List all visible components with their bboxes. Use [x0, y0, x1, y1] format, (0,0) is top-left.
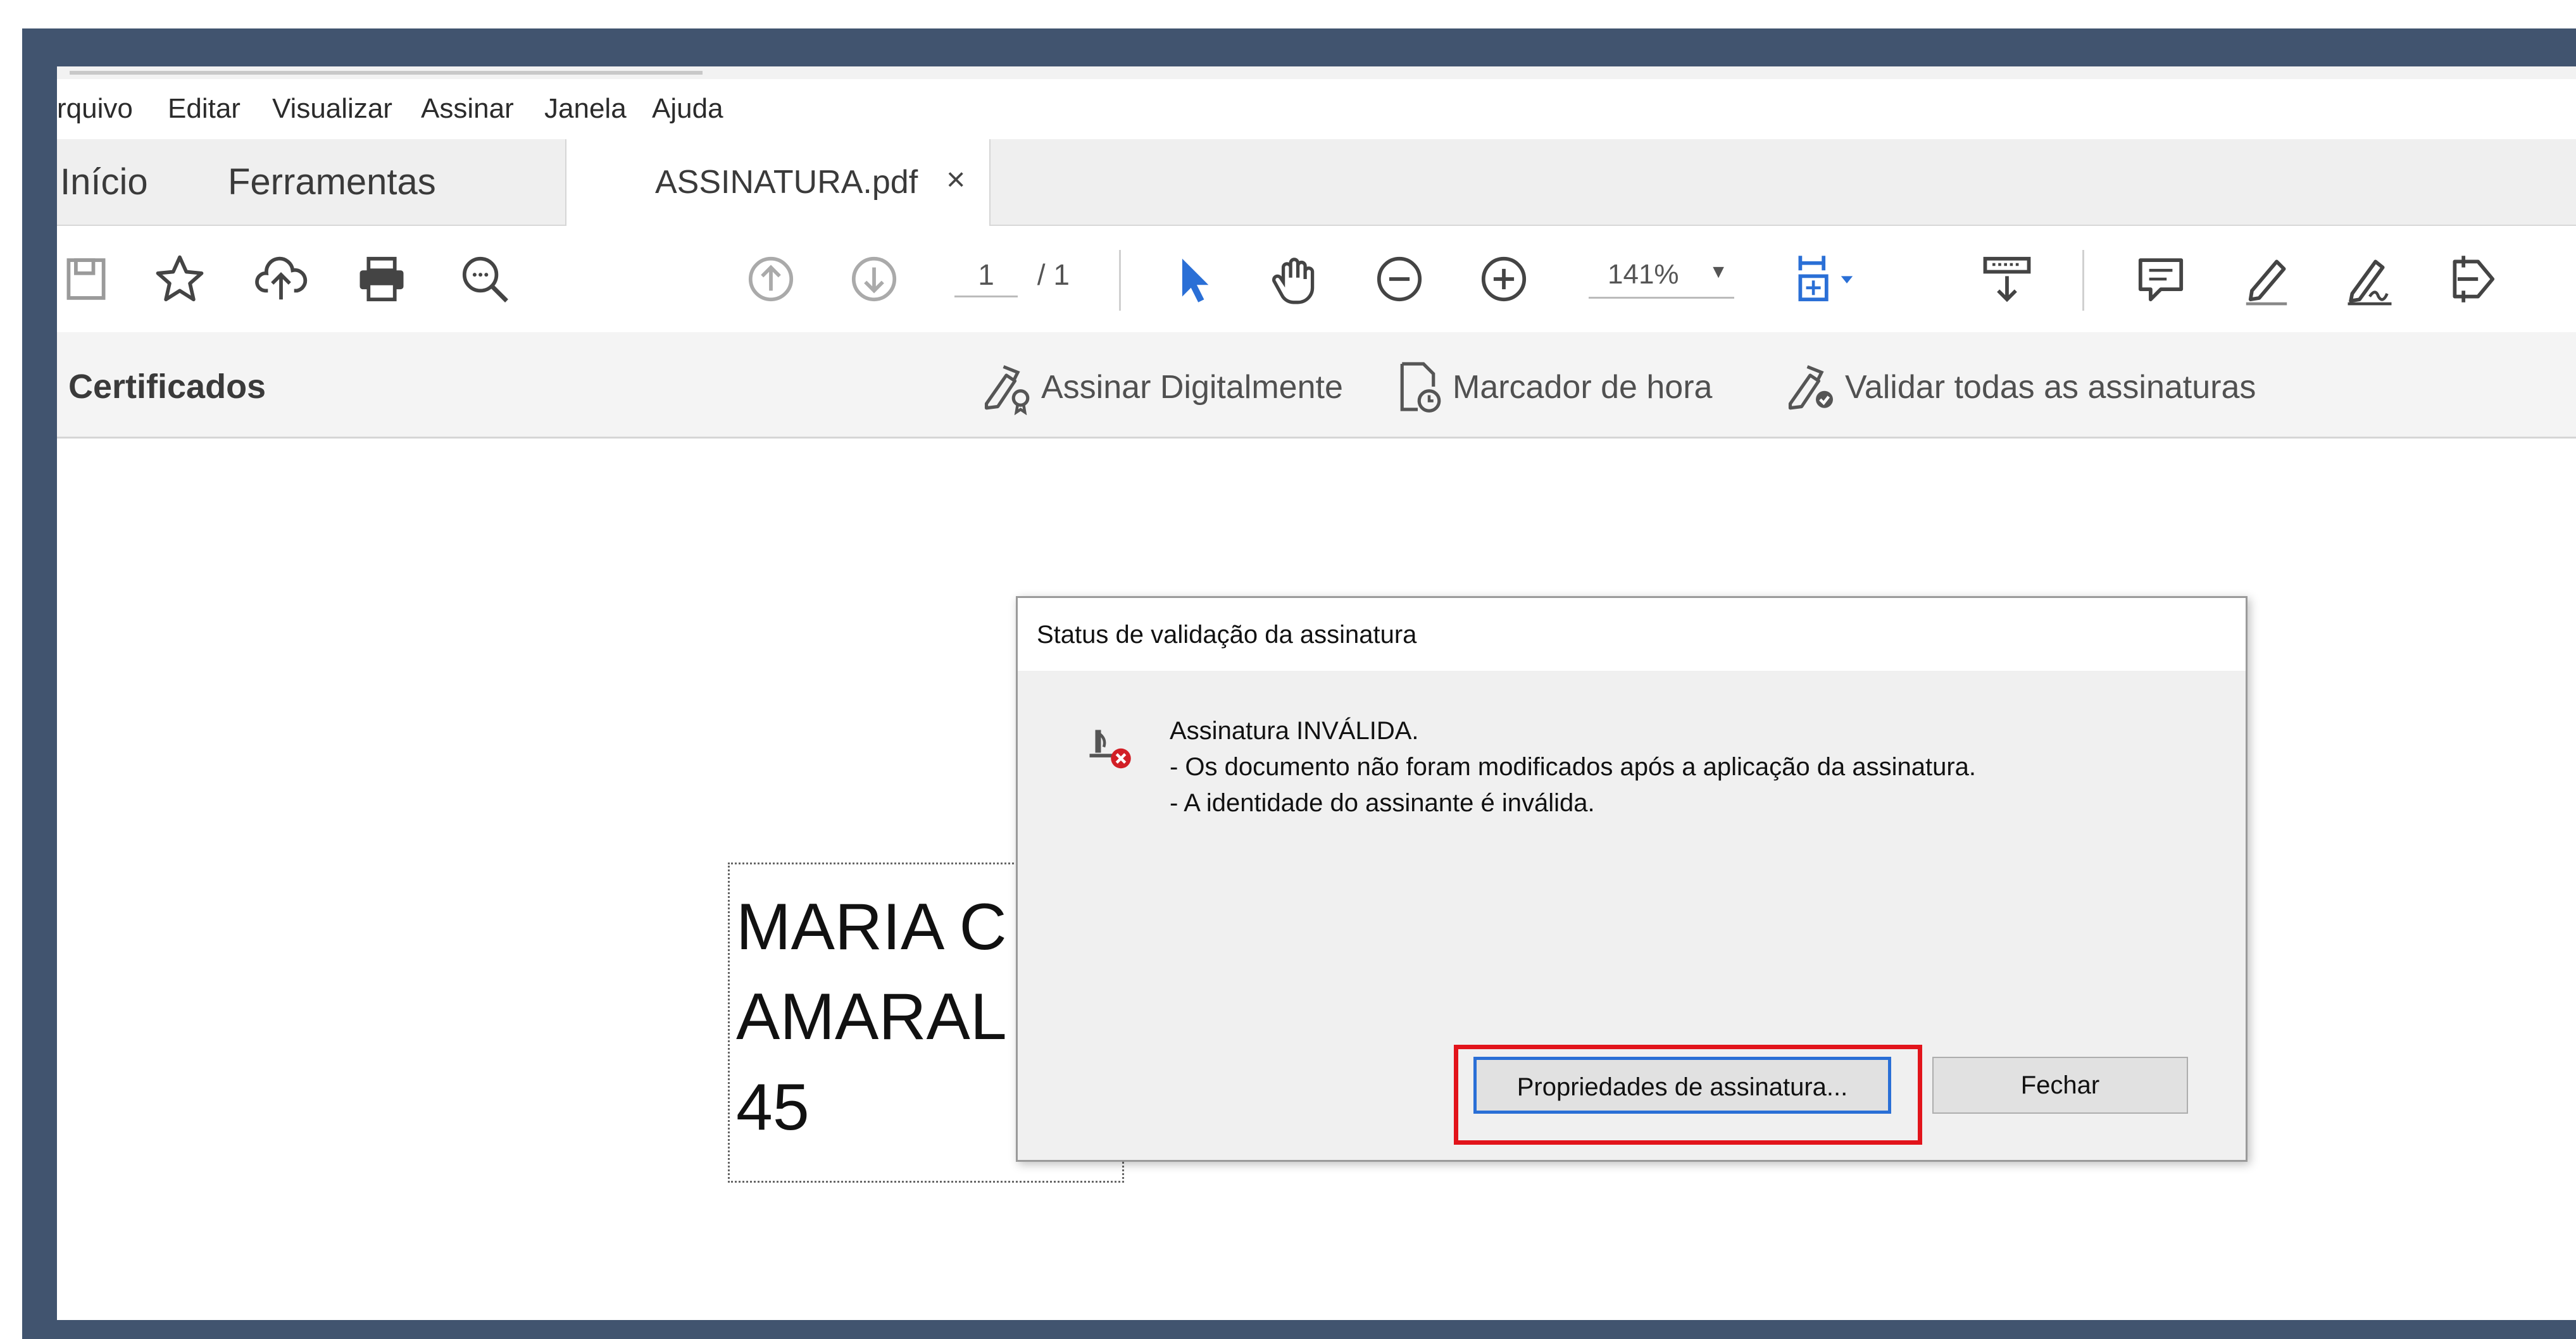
scroll-mode-icon[interactable] — [1978, 250, 2036, 308]
validate-all-button[interactable]: Validar todas as assinaturas — [1782, 361, 2326, 411]
zoom-select[interactable]: 141% ▼ — [1589, 259, 1734, 299]
zoom-out-icon[interactable] — [1370, 250, 1429, 308]
tab-home[interactable]: Início — [57, 139, 215, 225]
title-bar — [57, 66, 2576, 79]
red-highlight-box — [1454, 1045, 1922, 1145]
zoom-value: 141% — [1608, 259, 1679, 290]
page-down-icon[interactable] — [845, 250, 903, 308]
tab-document[interactable]: ASSINATURA.pdf × — [565, 139, 991, 226]
menu-editar[interactable]: Editar — [168, 93, 241, 125]
toolbar-divider — [2082, 250, 2084, 311]
hand-icon[interactable] — [1266, 250, 1324, 308]
highlight-pen-icon[interactable] — [2237, 250, 2296, 308]
tab-document-label: ASSINATURA.pdf — [655, 164, 918, 201]
validate-all-label: Validar todas as assinaturas — [1845, 369, 2256, 406]
menu-janela[interactable]: Janela — [544, 93, 627, 125]
signature-line: 45 — [736, 1071, 810, 1144]
fit-page-icon[interactable] — [1791, 250, 1873, 308]
status-line: Assinatura INVÁLIDA. — [1170, 717, 1419, 745]
search-icon[interactable] — [456, 250, 514, 308]
tab-bar: Início Ferramentas ASSINATURA.pdf × — [57, 139, 2576, 226]
select-arrow-icon[interactable] — [1163, 250, 1222, 308]
timestamp-button[interactable]: Marcador de hora — [1389, 361, 1750, 413]
validate-signature-icon — [1788, 365, 1833, 410]
dialog-message: Assinatura INVÁLIDA. - Os documento não … — [1170, 713, 1976, 821]
print-icon[interactable] — [353, 250, 411, 308]
acrobat-window: rquivo Editar Visualizar Assinar Janela … — [57, 66, 2576, 1320]
timestamp-label: Marcador de hora — [1453, 369, 1713, 406]
zoom-in-icon[interactable] — [1475, 250, 1533, 308]
document-clock-icon — [1400, 362, 1441, 413]
close-button[interactable]: Fechar — [1932, 1057, 2188, 1114]
share-icon[interactable] — [2443, 250, 2501, 308]
comment-icon[interactable] — [2132, 250, 2190, 308]
page-up-icon[interactable] — [742, 250, 800, 308]
sign-icon[interactable] — [2341, 250, 2399, 308]
menu-arquivo[interactable]: rquivo — [57, 93, 133, 125]
dialog-title-bar: Status de validação da assinatura — [1018, 598, 2246, 671]
pen-sign-icon — [984, 365, 1030, 415]
main-toolbar: 1 / 1 141% ▼ — [57, 226, 2576, 333]
menu-assinar[interactable]: Assinar — [421, 93, 514, 125]
outer-frame-left — [22, 28, 57, 1323]
tab-tools[interactable]: Ferramentas — [215, 139, 563, 225]
certificates-title: Certificados — [68, 368, 266, 406]
star-icon[interactable] — [151, 250, 209, 308]
sign-digitally-label: Assinar Digitalmente — [1041, 369, 1343, 406]
sign-digitally-button[interactable]: Assinar Digitalmente — [978, 361, 1383, 415]
toolbar-divider — [1119, 250, 1121, 311]
tab-close-icon[interactable]: × — [946, 161, 965, 199]
chevron-down-icon: ▼ — [1709, 261, 1728, 282]
upload-cloud-icon[interactable] — [252, 250, 310, 308]
save-icon[interactable] — [57, 250, 115, 308]
invalid-signature-icon — [1081, 721, 1138, 778]
signature-line: AMARAL — [736, 980, 1007, 1054]
tab-home-label: Início — [60, 161, 148, 202]
detail-line: - Os documento não foram modificados apó… — [1170, 753, 1977, 781]
menu-visualizar[interactable]: Visualizar — [272, 93, 392, 125]
certificates-toolbar: Certificados Assinar Digitalmente Marcad… — [57, 332, 2576, 439]
page-total: / 1 — [1037, 258, 1070, 291]
dialog-title: Status de validação da assinatura — [1037, 621, 1417, 649]
signature-line: MARIA C — [736, 890, 1007, 964]
tab-tools-label: Ferramentas — [228, 161, 436, 202]
detail-line: - A identidade do assinante é inválida. — [1170, 789, 1595, 817]
menu-bar: rquivo Editar Visualizar Assinar Janela … — [57, 79, 2576, 140]
outer-frame-bottom — [22, 1320, 2576, 1339]
menu-ajuda[interactable]: Ajuda — [652, 93, 723, 125]
page-indicator: 1 / 1 — [954, 258, 1070, 297]
page-number-input[interactable]: 1 — [954, 258, 1018, 297]
outer-frame-top — [22, 28, 2576, 66]
